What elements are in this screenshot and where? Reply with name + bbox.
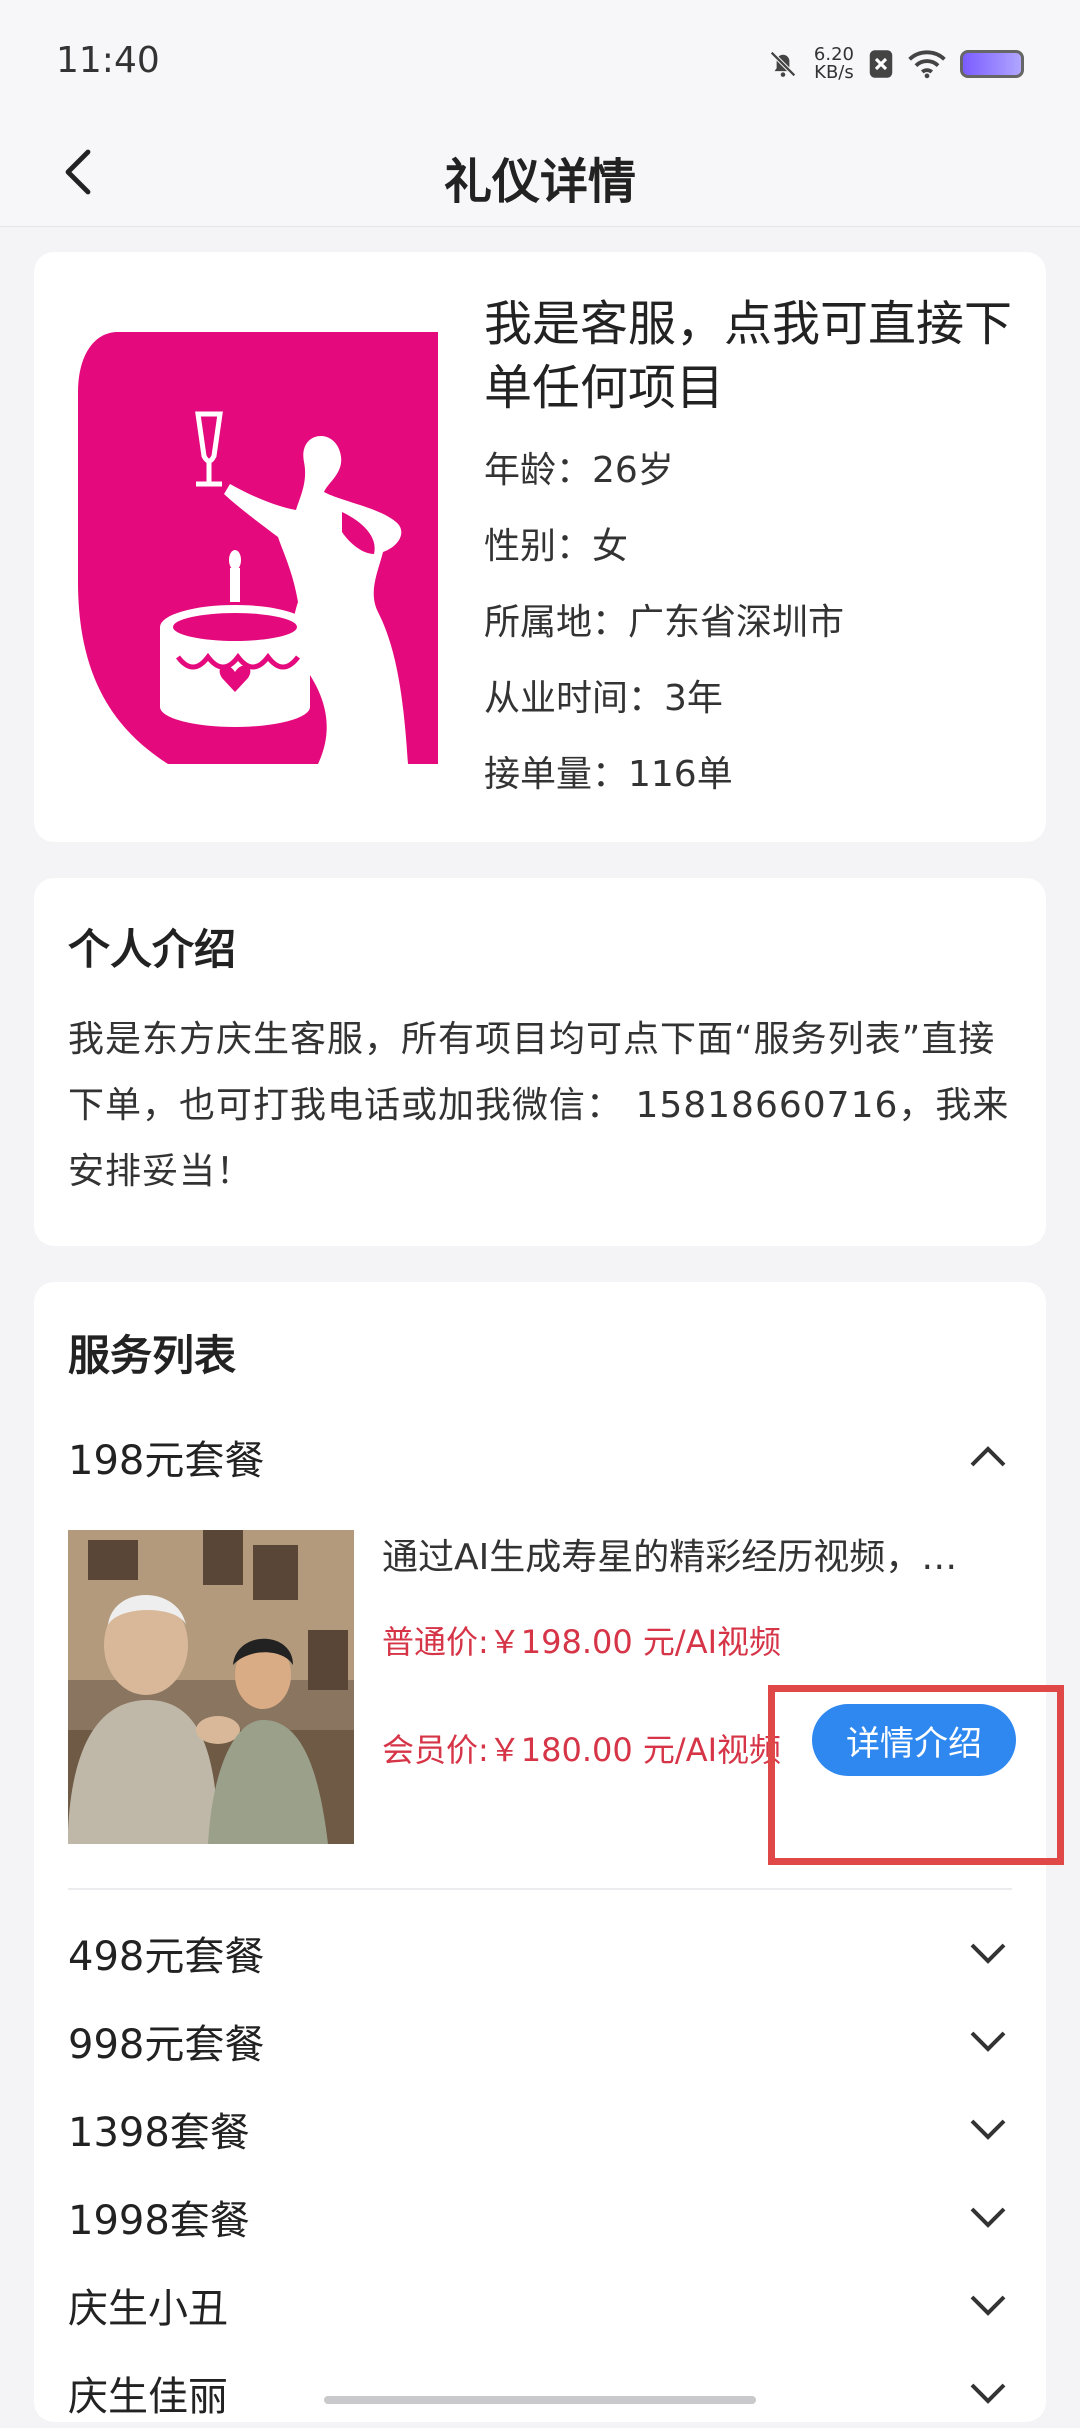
package-label: 庆生佳丽 [68, 2374, 228, 2420]
profile-age: 年龄：26岁 [484, 450, 674, 491]
package-label: 198元套餐 [68, 1438, 265, 1484]
profile-gender: 性别：女 [484, 526, 629, 567]
package-row[interactable]: 1998套餐 [68, 2182, 1012, 2252]
chevron-down-icon [964, 2105, 1012, 2153]
bell-muted-icon [770, 51, 796, 77]
package-label: 998元套餐 [68, 2022, 265, 2068]
package-row[interactable]: 498元套餐 [68, 1918, 1012, 1988]
profile-info: 我是客服，点我可直接下单任何项目 年龄：26岁 性别：女 所属地：广东省深圳市 … [484, 292, 1024, 800]
chevron-down-icon [964, 2017, 1012, 2065]
chevron-up-icon [964, 1433, 1012, 1481]
sim-x-icon [869, 50, 893, 78]
network-speed: 6.20 KB/s [814, 46, 854, 82]
profile-experience: 从业时间：3年 [484, 678, 723, 719]
profile-card[interactable]: 我是客服，点我可直接下单任何项目 年龄：26岁 性别：女 所属地：广东省深圳市 … [34, 252, 1046, 842]
package-image [68, 1530, 354, 1844]
package-label: 1398套餐 [68, 2110, 250, 2156]
wifi-icon [908, 50, 946, 79]
package-label: 498元套餐 [68, 1934, 265, 1980]
intro-card: 个人介绍 我是东方庆生客服，所有项目均可点下面“服务列表”直接下单，也可打我电话… [34, 878, 1046, 1246]
profile-name: 我是客服，点我可直接下单任何项目 [484, 296, 1013, 416]
package-row[interactable]: 998元套餐 [68, 2006, 1012, 2076]
package-row[interactable]: 1398套餐 [68, 2094, 1012, 2164]
nav-header: 礼仪详情 [0, 120, 1080, 227]
chevron-down-icon [964, 2281, 1012, 2329]
chevron-down-icon [964, 2369, 1012, 2417]
status-bar: 11:40 6.20 KB/s [0, 0, 1080, 120]
intro-title: 个人介绍 [68, 925, 237, 974]
intro-text: 我是东方庆生客服，所有项目均可点下面“服务列表”直接下单，也可打我电话或加我微信… [68, 1019, 1010, 1192]
services-title: 服务列表 [68, 1331, 237, 1380]
package-row[interactable]: 庆生佳丽 [68, 2358, 1012, 2428]
network-speed-unit: KB/s [814, 62, 854, 83]
profile-orders: 接单量：116单 [484, 754, 733, 795]
status-time: 11:40 [56, 40, 160, 81]
status-icons: 6.20 KB/s [766, 40, 1024, 88]
page-title: 礼仪详情 [443, 154, 636, 210]
home-indicator[interactable] [324, 2396, 756, 2404]
battery-icon [960, 50, 1024, 78]
highlight-box [768, 1685, 1064, 1865]
member-price: 会员价:￥180.00 元/AI视频 [382, 1731, 782, 1769]
package-row[interactable]: 庆生小丑 [68, 2270, 1012, 2340]
avatar [78, 332, 438, 764]
normal-price: 普通价:￥198.00 元/AI视频 [382, 1623, 782, 1661]
package-label: 1998套餐 [68, 2198, 250, 2244]
package-row-expanded[interactable]: 198元套餐 [68, 1422, 1012, 1492]
package-description: 通过AI生成寿星的精彩经历视频，… [382, 1537, 958, 1578]
chevron-down-icon [964, 2193, 1012, 2241]
chevron-down-icon [964, 1929, 1012, 1977]
package-label: 庆生小丑 [68, 2286, 228, 2332]
profile-location: 所属地：广东省深圳市 [484, 602, 845, 643]
